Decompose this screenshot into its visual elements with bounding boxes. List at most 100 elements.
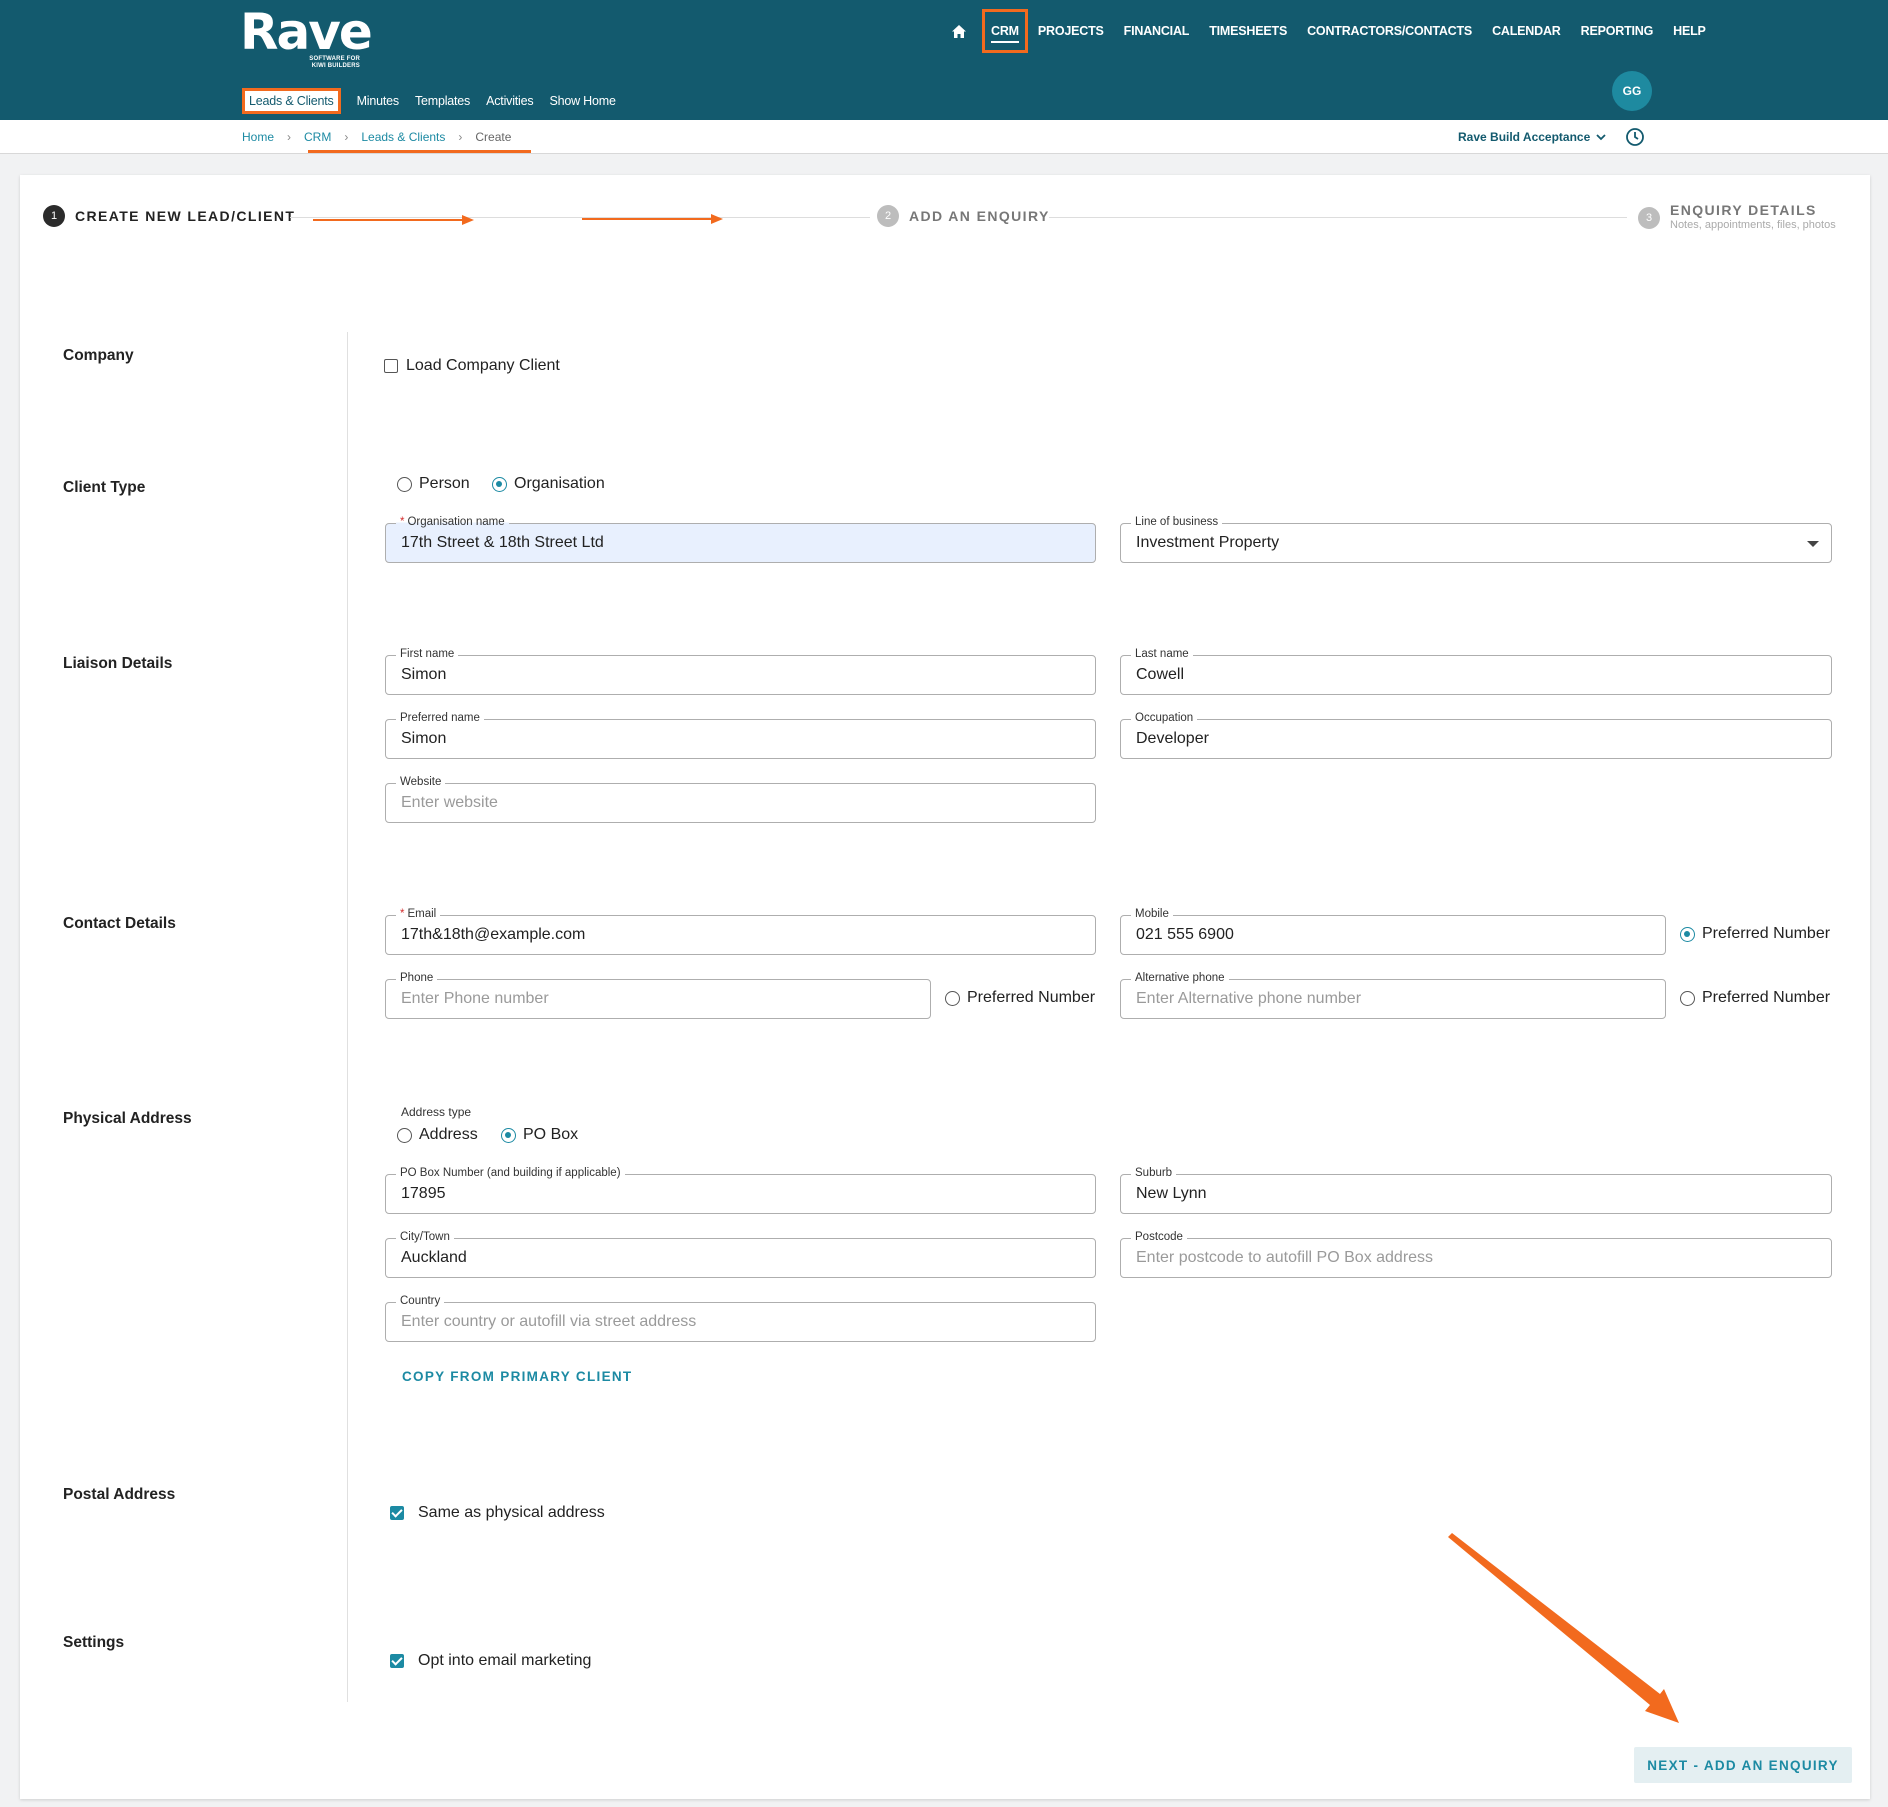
occupation-value: Developer (1136, 730, 1209, 747)
preferred-name-value: Simon (401, 730, 447, 747)
last-name-label: Last name (1131, 647, 1193, 661)
mobile-preferred-radio[interactable]: Preferred Number (1680, 925, 1830, 943)
step-3-number: 3 (1638, 207, 1660, 229)
breadcrumb-crm[interactable]: CRM (304, 130, 331, 144)
nav-crm[interactable]: CRM (982, 9, 1028, 53)
client-type-organisation-label: Organisation (514, 475, 605, 492)
country-field[interactable]: Country Enter country or autofill via st… (385, 1294, 1096, 1342)
subnav-templates[interactable]: Templates (415, 94, 470, 108)
first-name-value: Simon (401, 666, 447, 683)
address-type-po-box-radio[interactable]: PO Box (501, 1126, 578, 1144)
phone-field[interactable]: Phone Enter Phone number (385, 971, 931, 1019)
organisation-name-label-text: Organisation name (407, 516, 505, 528)
city-town-label: City/Town (396, 1230, 454, 1244)
po-box-number-field[interactable]: PO Box Number (and building if applicabl… (385, 1166, 1096, 1214)
radio-ring (1680, 990, 1695, 1006)
radio-ring (945, 990, 960, 1006)
organisation-name-label: * Organisation name (396, 515, 509, 529)
last-name-field[interactable]: Last name Cowell (1120, 647, 1832, 695)
city-town-field[interactable]: City/Town Auckland (385, 1230, 1096, 1278)
client-type-person-label: Person (419, 475, 470, 492)
address-type-address-radio[interactable]: Address (397, 1126, 478, 1144)
nav-help[interactable]: HELP (1663, 12, 1716, 50)
po-box-number-value: 17895 (401, 1185, 446, 1202)
mobile-preferred-label: Preferred Number (1702, 925, 1831, 942)
section-client-type-title: Client Type (63, 479, 146, 496)
suburb-field[interactable]: Suburb New Lynn (1120, 1166, 1832, 1214)
nav-contractors-contacts[interactable]: CONTRACTORS/CONTACTS (1297, 12, 1482, 50)
radio-ring-selected (492, 476, 507, 492)
checkbox-box (384, 359, 398, 373)
breadcrumb-home[interactable]: Home (242, 130, 274, 144)
copy-from-primary-client-button[interactable]: COPY FROM PRIMARY CLIENT (402, 1369, 632, 1384)
rave-logo[interactable]: Rave SOFTWARE FOR KIWI BUILDERS (240, 3, 373, 70)
last-name-value: Cowell (1136, 666, 1185, 683)
subnav-activities[interactable]: Activities (486, 94, 534, 108)
client-type-organisation-radio[interactable]: Organisation (492, 475, 605, 493)
stepper-connector (290, 217, 870, 218)
section-contact-title: Contact Details (63, 915, 176, 932)
breadcrumb-leads-clients[interactable]: Leads & Clients (361, 130, 445, 144)
nav-timesheets[interactable]: TIMESHEETS (1199, 12, 1297, 50)
history-clock-icon[interactable] (1625, 127, 1645, 152)
home-icon[interactable] (944, 12, 974, 50)
address-type-label: Address type (401, 1105, 472, 1119)
logo-wordmark: Rave (240, 3, 373, 61)
breadcrumb-highlight (308, 150, 531, 153)
email-value: 17th&18th@example.com (401, 926, 586, 943)
phone-label: Phone (396, 971, 438, 985)
first-name-label: First name (396, 647, 459, 661)
email-marketing-checkbox[interactable]: Opt into email marketing (390, 1652, 591, 1670)
nav-projects[interactable]: PROJECTS (1028, 12, 1114, 50)
step-1-number: 1 (43, 205, 65, 227)
section-settings-title: Settings (63, 1634, 125, 1651)
mobile-value: 021 555 6900 (1136, 926, 1234, 943)
postcode-label: Postcode (1131, 1230, 1187, 1244)
checkbox-box-checked (390, 1506, 404, 1520)
required-marker: * (400, 516, 405, 528)
chevron-down-icon (1596, 133, 1606, 140)
alternative-phone-field[interactable]: Alternative phone Enter Alternative phon… (1120, 971, 1666, 1019)
load-company-client-label: Load Company Client (406, 357, 560, 374)
organisation-name-value: 17th Street & 18th Street Ltd (401, 534, 604, 551)
alternative-phone-preferred-radio[interactable]: Preferred Number (1680, 989, 1830, 1007)
dropdown-caret-icon (1807, 541, 1819, 547)
nav-calendar[interactable]: CALENDAR (1482, 12, 1571, 50)
country-label: Country (396, 1294, 445, 1308)
preferred-name-label: Preferred name (396, 711, 484, 725)
mobile-field[interactable]: Mobile 021 555 6900 (1120, 907, 1666, 955)
website-field[interactable]: Website Enter website (385, 775, 1096, 823)
main-nav: CRM PROJECTS FINANCIAL TIMESHEETS CONTRA… (944, 9, 1716, 53)
nav-reporting[interactable]: REPORTING (1571, 12, 1664, 50)
po-box-number-label: PO Box Number (and building if applicabl… (396, 1166, 625, 1180)
email-label-text: Email (407, 908, 437, 920)
postcode-field[interactable]: Postcode Enter postcode to autofill PO B… (1120, 1230, 1832, 1278)
user-avatar[interactable]: GG (1612, 71, 1652, 111)
step-2-label: ADD AN ENQUIRY (909, 208, 1050, 224)
subnav-show-home[interactable]: Show Home (549, 94, 615, 108)
subnav-minutes[interactable]: Minutes (357, 94, 400, 108)
line-of-business-value: Investment Property (1136, 534, 1280, 551)
load-company-client-checkbox[interactable]: Load Company Client (384, 357, 560, 375)
breadcrumb-create: Create (475, 130, 512, 144)
email-field[interactable]: * Email 17th&18th@example.com (385, 907, 1096, 955)
step-1-label: CREATE NEW LEAD/CLIENT (75, 208, 296, 224)
preferred-name-field[interactable]: Preferred name Simon (385, 711, 1096, 759)
occupation-field[interactable]: Occupation Developer (1120, 711, 1832, 759)
line-of-business-select[interactable]: Line of business Investment Property (1120, 515, 1832, 563)
nav-financial[interactable]: FINANCIAL (1114, 12, 1200, 50)
client-type-person-radio[interactable]: Person (397, 475, 470, 493)
email-marketing-label: Opt into email marketing (418, 1652, 592, 1669)
phone-preferred-radio[interactable]: Preferred Number (945, 989, 1095, 1007)
suburb-label: Suburb (1131, 1166, 1177, 1180)
country-placeholder: Enter country or autofill via street add… (401, 1313, 697, 1330)
tenant-selector[interactable]: Rave Build Acceptance (1458, 130, 1606, 144)
next-add-enquiry-button[interactable]: NEXT - ADD AN ENQUIRY (1634, 1747, 1852, 1783)
subnav-leads-clients[interactable]: Leads & Clients (242, 88, 341, 114)
alternative-phone-placeholder: Enter Alternative phone number (1136, 990, 1362, 1007)
first-name-field[interactable]: First name Simon (385, 647, 1096, 695)
phone-placeholder: Enter Phone number (401, 990, 549, 1007)
same-as-physical-checkbox[interactable]: Same as physical address (390, 1504, 605, 1522)
organisation-name-field[interactable]: * Organisation name 17th Street & 18th St… (385, 515, 1096, 563)
section-liaison-title: Liaison Details (63, 655, 173, 672)
